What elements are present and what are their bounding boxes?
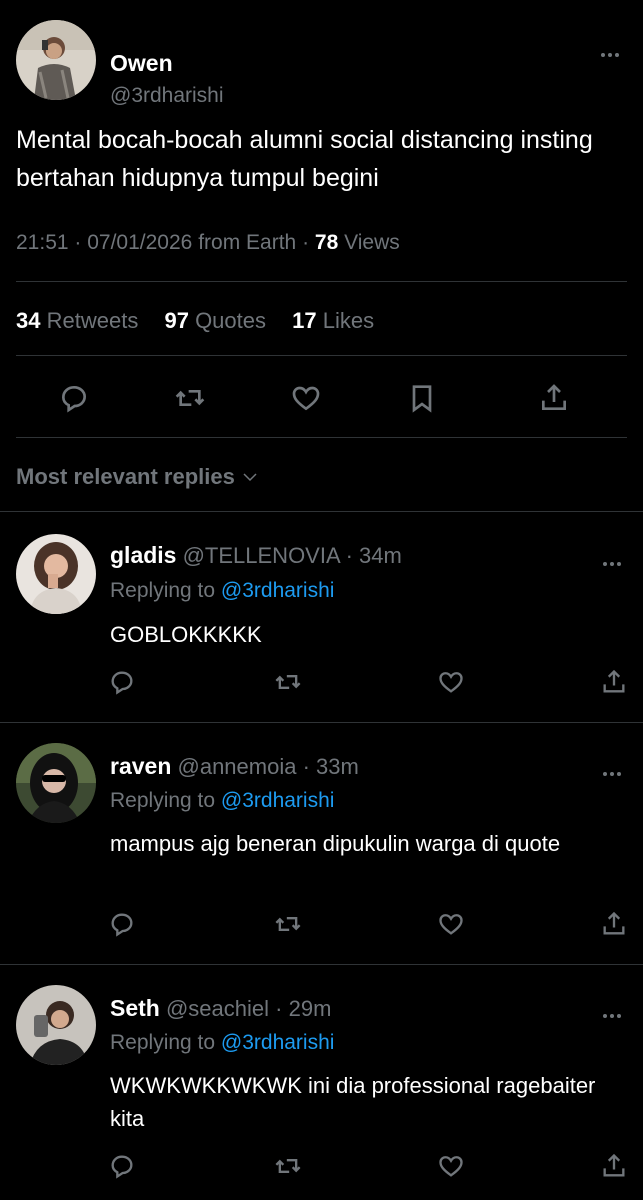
quotes-stat[interactable]: 97 Quotes (164, 308, 266, 333)
bookmark-icon[interactable] (402, 378, 442, 418)
share-icon[interactable] (598, 906, 630, 942)
share-icon[interactable] (598, 664, 630, 700)
reply-avatar[interactable] (16, 985, 96, 1065)
reply-icon[interactable] (106, 664, 138, 700)
share-icon[interactable] (598, 1148, 630, 1184)
reply-icon[interactable] (106, 906, 138, 942)
reply-icon[interactable] (54, 378, 94, 418)
reply-item[interactable]: Seth @seachiel · 29m Replying to @3rdhar… (0, 965, 643, 1200)
reply-text: WKWKWKKWKWK ini dia professional ragebai… (110, 1073, 596, 1131)
replies-sort-dropdown[interactable]: Most relevant replies (16, 464, 259, 490)
reply-item[interactable]: raven @annemoia · 33m Replying to @3rdha… (0, 723, 643, 964)
mention-link[interactable]: @3rdharishi (221, 579, 335, 602)
replying-to: Replying to @3rdharishi (110, 1031, 335, 1054)
mention-link[interactable]: @3rdharishi (221, 789, 335, 812)
retweet-icon[interactable] (272, 1148, 304, 1184)
divider (16, 437, 627, 438)
divider (16, 281, 627, 282)
retweet-icon[interactable] (170, 378, 210, 418)
tweet-action-bar (0, 378, 643, 418)
tweet-stats: 34 Retweets 97 Quotes 17 Likes (16, 308, 394, 334)
like-icon[interactable] (435, 906, 467, 942)
tweet-time: 21:51 (16, 231, 69, 254)
tweet-meta: 21:51 · 07/01/2026 from Earth · 78 Views (16, 231, 400, 254)
reply-author-handle[interactable]: @TELLENOVIA (183, 543, 340, 568)
author-avatar[interactable] (16, 20, 96, 100)
retweet-icon[interactable] (272, 664, 304, 700)
tweet-detail-page: Owen @3rdharishi Mental bocah-bocah alum… (0, 0, 643, 1200)
share-icon[interactable] (534, 378, 574, 418)
likes-stat[interactable]: 17 Likes (292, 308, 374, 333)
replying-to: Replying to @3rdharishi (110, 789, 335, 812)
reply-text: mampus ajg beneran dipukulin warga di qu… (110, 831, 561, 856)
more-options-icon[interactable] (601, 44, 625, 57)
reply-time: 34m (359, 543, 402, 568)
reply-time: 29m (288, 996, 332, 1021)
replies-header-label: Most relevant replies (16, 464, 235, 489)
reply-item[interactable]: gladis @TELLENOVIA · 34m Replying to @3r… (0, 512, 643, 722)
reply-author-handle[interactable]: @annemoia (178, 754, 297, 779)
reply-header: raven @annemoia · 33m (110, 753, 359, 779)
tweet-header: Owen @3rdharishi (16, 20, 627, 107)
reply-header: Seth @seachiel · 29m (110, 995, 332, 1021)
more-options-icon[interactable] (603, 1005, 627, 1018)
reply-header: gladis @TELLENOVIA · 34m (110, 542, 402, 568)
reply-author-handle[interactable]: @seachiel (166, 996, 269, 1021)
retweets-stat[interactable]: 34 Retweets (16, 308, 138, 333)
mention-link[interactable]: @3rdharishi (221, 1031, 335, 1054)
reply-author-name[interactable]: Seth (110, 995, 160, 1021)
retweet-icon[interactable] (272, 906, 304, 942)
views-label: Views (344, 231, 400, 254)
author-name[interactable]: Owen (110, 50, 173, 77)
reply-icon[interactable] (106, 1148, 138, 1184)
more-options-icon[interactable] (603, 763, 627, 776)
author-handle[interactable]: @3rdharishi (110, 84, 224, 108)
reply-text: GOBLOKKKKK (110, 622, 262, 647)
replying-to: Replying to @3rdharishi (110, 579, 335, 602)
reply-author-name[interactable]: gladis (110, 542, 176, 568)
reply-avatar[interactable] (16, 534, 96, 614)
like-icon[interactable] (435, 1148, 467, 1184)
like-icon[interactable] (435, 664, 467, 700)
tweet-text: Mental bocah-bocah alumni social distanc… (16, 126, 593, 192)
tweet-source: from Earth (198, 231, 297, 254)
like-icon[interactable] (286, 378, 326, 418)
reply-action-bar (0, 664, 643, 704)
reply-time: 33m (316, 754, 359, 779)
tweet-date: 07/01/2026 (87, 231, 193, 254)
reply-action-bar (0, 1148, 643, 1188)
chevron-down-icon (243, 473, 257, 482)
views-count: 78 (314, 231, 339, 254)
reply-action-bar (0, 906, 643, 946)
more-options-icon[interactable] (603, 553, 627, 566)
divider (16, 355, 627, 356)
reply-author-name[interactable]: raven (110, 753, 171, 779)
reply-avatar[interactable] (16, 743, 96, 823)
